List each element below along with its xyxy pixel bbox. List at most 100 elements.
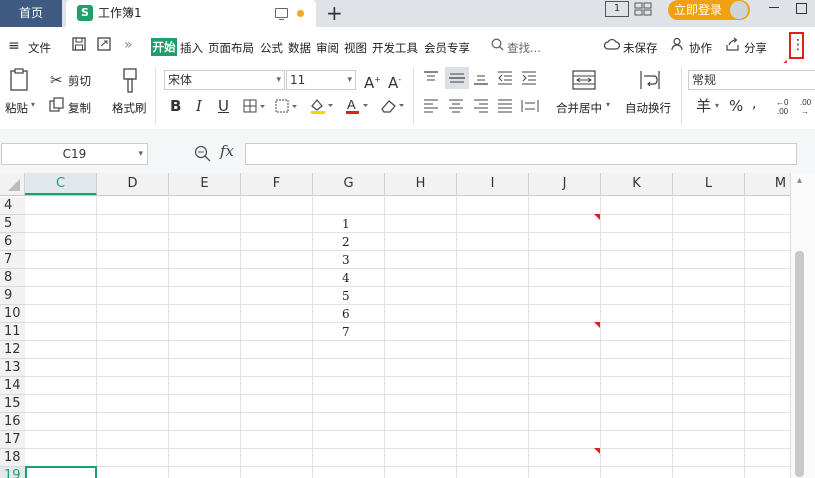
vertical-scrollbar[interactable]: ▴ <box>790 173 815 478</box>
row-header-5[interactable]: 5 <box>0 215 25 233</box>
scissors-icon[interactable]: ✂ <box>50 71 63 89</box>
number-format-select[interactable]: 常规 <box>688 70 815 90</box>
tab-formula[interactable]: 公式 <box>260 40 283 56</box>
merge-dropdown-icon[interactable]: ▾ <box>606 100 610 109</box>
paste-dropdown-icon[interactable]: ▾ <box>31 100 35 109</box>
search-icon[interactable] <box>491 38 504 54</box>
cut-button[interactable]: 剪切 <box>68 73 91 89</box>
zoom-search-icon[interactable] <box>194 145 211 165</box>
row-header-14[interactable]: 14 <box>0 377 25 395</box>
layout-grid-icon[interactable] <box>634 2 654 16</box>
column-header-m[interactable]: M <box>745 173 790 195</box>
copy-button[interactable]: 复制 <box>68 100 91 116</box>
column-header-d[interactable]: D <box>97 173 169 195</box>
merge-center-button[interactable]: 合并居中 <box>556 100 602 116</box>
row-header-18[interactable]: 18 <box>0 449 25 467</box>
login-button[interactable]: 立即登录 <box>668 0 750 20</box>
align-bottom-icon[interactable] <box>473 71 489 88</box>
indent-decrease-icon[interactable] <box>497 71 513 88</box>
distribute-icon[interactable] <box>521 99 539 116</box>
scroll-up-icon[interactable]: ▴ <box>797 175 802 186</box>
column-header-e[interactable]: E <box>169 173 241 195</box>
decrease-decimal-icon[interactable]: .00 → <box>800 97 815 118</box>
format-painter-button[interactable]: 格式刷 <box>112 100 147 116</box>
font-color-icon[interactable]: A <box>344 97 370 118</box>
paste-button[interactable]: 粘贴 <box>5 100 28 116</box>
eraser-icon[interactable] <box>379 97 407 118</box>
formula-input[interactable] <box>245 143 797 165</box>
comment-indicator-icon[interactable] <box>594 214 600 220</box>
maximize-icon[interactable] <box>796 3 807 14</box>
underline-icon[interactable]: U <box>218 97 229 115</box>
name-box[interactable]: C19 ▾ <box>1 143 148 165</box>
tab-review[interactable]: 审阅 <box>316 40 339 56</box>
tab-insert[interactable]: 插入 <box>180 40 203 56</box>
cell-g5[interactable]: 1 <box>313 215 385 233</box>
border-icon[interactable] <box>243 99 267 116</box>
row-header-7[interactable]: 7 <box>0 251 25 269</box>
cell-g9[interactable]: 5 <box>313 287 385 305</box>
file-menu[interactable]: 文件 <box>28 40 51 56</box>
fill-color-icon[interactable] <box>309 97 335 118</box>
fx-icon[interactable]: fx <box>220 142 234 160</box>
align-right-icon[interactable] <box>473 99 489 116</box>
tab-workbook[interactable]: S 工作簿1 <box>66 0 316 27</box>
row-header-11[interactable]: 11 <box>0 323 25 341</box>
row-header-10[interactable]: 10 <box>0 305 25 323</box>
save-icon[interactable] <box>72 37 86 54</box>
column-header-l[interactable]: L <box>673 173 745 195</box>
row-header-4[interactable]: 4 <box>0 197 25 215</box>
row-header-6[interactable]: 6 <box>0 233 25 251</box>
row-header-9[interactable]: 9 <box>0 287 25 305</box>
select-all-corner[interactable] <box>0 173 25 195</box>
row-header-17[interactable]: 17 <box>0 431 25 449</box>
hamburger-icon[interactable]: ≡ <box>8 38 20 54</box>
scroll-thumb[interactable] <box>795 251 804 477</box>
paste-icon[interactable] <box>9 68 31 95</box>
row-header-19[interactable]: 19 <box>0 467 25 478</box>
copy-icon[interactable] <box>49 97 64 115</box>
tab-page-layout[interactable]: 页面布局 <box>208 40 254 56</box>
row-header-8[interactable]: 8 <box>0 269 25 287</box>
tab-member[interactable]: 会员专享 <box>424 40 470 56</box>
column-header-h[interactable]: H <box>385 173 457 195</box>
more-options-button[interactable]: ⋮ <box>789 32 805 59</box>
row-header-12[interactable]: 12 <box>0 341 25 359</box>
tab-home[interactable]: 首页 <box>0 0 62 27</box>
column-header-c[interactable]: C <box>25 173 97 195</box>
fill-pattern-icon[interactable] <box>275 99 299 116</box>
align-left-icon[interactable] <box>423 99 439 116</box>
font-name-select[interactable]: 宋体 ▾ <box>164 70 285 90</box>
bold-icon[interactable]: B <box>170 97 181 115</box>
justify-icon[interactable] <box>497 99 513 116</box>
increase-font-icon[interactable]: A+ <box>364 71 381 92</box>
thousands-separator-icon[interactable]: , <box>752 95 756 113</box>
align-top-icon[interactable] <box>423 71 439 88</box>
new-tab-plus-icon[interactable]: + <box>326 2 343 24</box>
wrap-text-icon[interactable] <box>638 70 662 93</box>
tab-view[interactable]: 视图 <box>344 40 367 56</box>
row-header-15[interactable]: 15 <box>0 395 25 413</box>
indent-increase-icon[interactable] <box>521 71 537 88</box>
search-label[interactable]: 查找... <box>507 40 541 56</box>
tab-data[interactable]: 数据 <box>288 40 311 56</box>
tab-developer[interactable]: 开发工具 <box>372 40 418 56</box>
column-header-g[interactable]: G <box>313 173 385 195</box>
wrap-text-button[interactable]: 自动换行 <box>625 100 671 116</box>
format-painter-icon[interactable] <box>121 68 139 97</box>
export-icon[interactable] <box>97 37 111 54</box>
percent-icon[interactable]: % <box>729 97 743 115</box>
share-button[interactable]: 分享 <box>744 40 767 56</box>
cell-g6[interactable]: 2 <box>313 233 385 251</box>
currency-dropdown-icon[interactable]: ▾ <box>715 101 719 110</box>
currency-icon[interactable]: 羊 <box>696 97 711 115</box>
more-chevron-icon[interactable]: » <box>124 37 133 53</box>
row-header-13[interactable]: 13 <box>0 359 25 377</box>
cell-g10[interactable]: 6 <box>313 305 385 323</box>
align-middle-icon[interactable] <box>445 67 469 89</box>
italic-icon[interactable]: I <box>196 97 202 115</box>
row-header-16[interactable]: 16 <box>0 413 25 431</box>
column-header-k[interactable]: K <box>601 173 673 195</box>
unsaved-status[interactable]: 未保存 <box>623 40 658 56</box>
increase-decimal-icon[interactable]: ←0.00 <box>776 97 796 118</box>
